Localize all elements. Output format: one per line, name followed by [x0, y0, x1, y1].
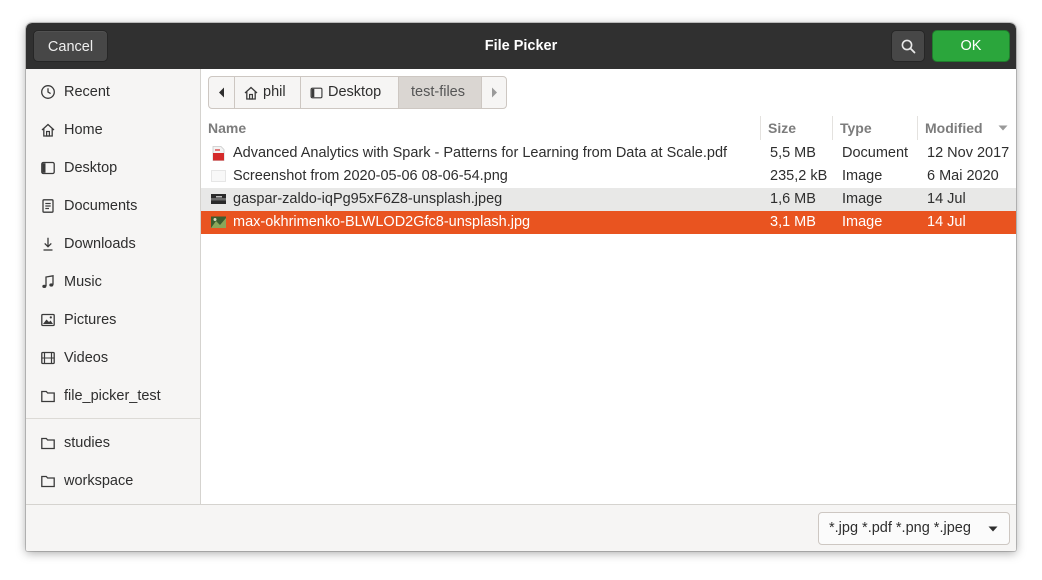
- file-type: Document: [842, 145, 909, 161]
- pdf-icon: [212, 146, 225, 161]
- file-modified: 14 Jul: [927, 214, 966, 230]
- file-row[interactable]: gaspar-zaldo-iqPg95xF6Z8-unsplash.jpeg 1…: [201, 188, 1016, 211]
- search-icon: [901, 39, 916, 54]
- image-thumbnail-icon: [211, 194, 226, 204]
- path-segment-home[interactable]: phil: [235, 77, 301, 108]
- file-type: Image: [842, 168, 883, 184]
- places-sidebar: Recent Home Desktop Documents Downloads …: [26, 69, 201, 504]
- sidebar-item-studies[interactable]: studies: [26, 424, 200, 460]
- file-size: 235,2 kB: [770, 168, 828, 184]
- file-row[interactable]: Advanced Analytics with Spark - Patterns…: [201, 142, 1016, 165]
- cancel-button[interactable]: Cancel: [33, 30, 108, 62]
- sidebar-item-label: Documents: [64, 198, 138, 214]
- file-list: Advanced Analytics with Spark - Patterns…: [201, 142, 1016, 234]
- home-icon: [244, 86, 258, 100]
- sidebar-item-label: Desktop: [64, 160, 118, 176]
- column-header-modified[interactable]: Modified: [917, 116, 1016, 140]
- path-scroll-right-button[interactable]: [482, 77, 506, 108]
- sidebar-item-documents[interactable]: Documents: [26, 187, 200, 223]
- sidebar-item-label: Downloads: [64, 236, 136, 252]
- path-segment-desktop[interactable]: Desktop: [301, 77, 399, 108]
- document-icon: [42, 199, 54, 213]
- file-type-filter-dropdown[interactable]: *.jpg *.pdf *.png *.jpeg: [818, 512, 1010, 545]
- column-header-label: Modified: [925, 120, 983, 136]
- sidebar-item-label: Pictures: [64, 312, 117, 328]
- sidebar-item-home[interactable]: Home: [26, 111, 200, 147]
- path-segment-current[interactable]: test-files: [399, 77, 482, 108]
- sort-descending-icon: [998, 125, 1008, 131]
- sidebar-item-label: Recent: [64, 84, 110, 100]
- file-name: max-okhrimenko-BLWLOD2Gfc8-unsplash.jpg: [233, 214, 531, 230]
- home-icon: [41, 123, 55, 137]
- file-browser: phil Desktop test-files Name Size Type M…: [201, 69, 1016, 504]
- sidebar-item-file-picker-test[interactable]: file_picker_test: [26, 377, 200, 413]
- file-modified: 14 Jul: [927, 191, 966, 207]
- dialog-title: File Picker: [484, 38, 558, 54]
- chevron-right-icon: [492, 87, 497, 98]
- file-row-selected[interactable]: max-okhrimenko-BLWLOD2Gfc8-unsplash.jpg …: [201, 211, 1016, 234]
- image-thumbnail-icon: [211, 170, 226, 182]
- ok-button[interactable]: OK: [932, 30, 1010, 62]
- column-headers: Name Size Type Modified: [201, 116, 1016, 140]
- sidebar-item-label: Home: [64, 122, 103, 138]
- desktop-icon: [310, 87, 323, 99]
- file-name: gaspar-zaldo-iqPg95xF6Z8-unsplash.jpeg: [233, 191, 503, 207]
- file-name: Advanced Analytics with Spark - Patterns…: [233, 145, 728, 161]
- path-scroll-left-button[interactable]: [209, 77, 235, 108]
- sidebar-item-recent[interactable]: Recent: [26, 73, 200, 109]
- sidebar-item-label: file_picker_test: [64, 388, 161, 404]
- file-size: 3,1 MB: [770, 214, 816, 230]
- clock-icon: [41, 85, 55, 99]
- folder-icon: [41, 390, 55, 403]
- file-type: Image: [842, 214, 883, 230]
- path-segment-label: Desktop: [328, 84, 382, 100]
- file-picker-dialog: Cancel File Picker OK Recent Home Deskto…: [26, 23, 1016, 551]
- column-header-size[interactable]: Size: [760, 116, 832, 140]
- file-size: 1,6 MB: [770, 191, 816, 207]
- sidebar-item-label: studies: [64, 435, 110, 451]
- path-bar: phil Desktop test-files: [208, 76, 507, 109]
- sidebar-separator: [26, 418, 200, 419]
- chevron-down-icon: [988, 526, 998, 532]
- folder-icon: [41, 437, 55, 450]
- file-row[interactable]: Screenshot from 2020-05-06 08-06-54.png …: [201, 165, 1016, 188]
- file-type: Image: [842, 191, 883, 207]
- video-icon: [41, 351, 55, 365]
- sidebar-item-videos[interactable]: Videos: [26, 339, 200, 375]
- download-icon: [43, 237, 53, 251]
- sidebar-item-workspace[interactable]: workspace: [26, 462, 200, 498]
- chevron-left-icon: [219, 87, 224, 98]
- sidebar-item-pictures[interactable]: Pictures: [26, 301, 200, 337]
- sidebar-item-label: Videos: [64, 350, 109, 366]
- sidebar-item-label: Music: [64, 274, 102, 290]
- sidebar-item-downloads[interactable]: Downloads: [26, 225, 200, 261]
- file-modified: 12 Nov 2017: [927, 145, 1010, 161]
- folder-icon: [41, 475, 55, 488]
- desktop-icon: [41, 161, 55, 175]
- file-size: 5,5 MB: [770, 145, 816, 161]
- column-header-type[interactable]: Type: [832, 116, 917, 140]
- picture-icon: [41, 313, 55, 327]
- header-bar: Cancel File Picker OK: [26, 23, 1016, 69]
- file-modified: 6 Mai 2020: [927, 168, 999, 184]
- sidebar-item-music[interactable]: Music: [26, 263, 200, 299]
- music-icon: [42, 275, 54, 288]
- column-header-name[interactable]: Name: [201, 116, 760, 140]
- sidebar-item-label: workspace: [64, 473, 134, 489]
- path-segment-label: phil: [263, 84, 286, 100]
- sidebar-item-desktop[interactable]: Desktop: [26, 149, 200, 185]
- path-segment-label: test-files: [411, 84, 465, 100]
- image-thumbnail-icon: [211, 216, 226, 228]
- file-name: Screenshot from 2020-05-06 08-06-54.png: [233, 168, 508, 184]
- search-button[interactable]: [891, 30, 925, 62]
- dialog-footer: *.jpg *.pdf *.png *.jpeg: [26, 504, 1016, 551]
- filter-label: *.jpg *.pdf *.png *.jpeg: [829, 520, 971, 536]
